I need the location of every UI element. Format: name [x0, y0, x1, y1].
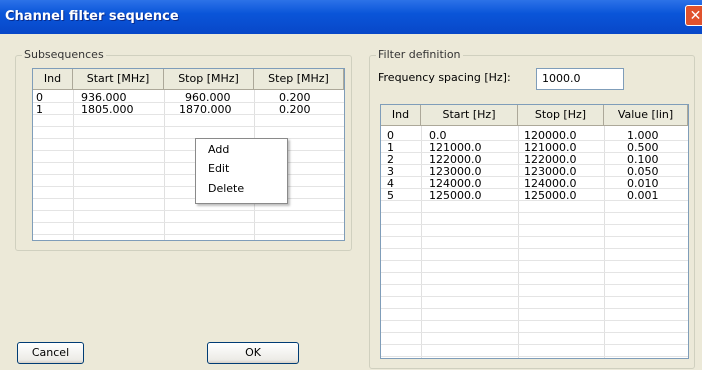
table-row[interactable]: 1 121000.0 121000.0 0.500 [381, 141, 688, 154]
table-row[interactable]: 0 936.000 960.000 0.200 [33, 91, 344, 104]
table-row[interactable] [33, 127, 344, 139]
menu-item-edit[interactable]: Edit [196, 162, 287, 175]
table-row[interactable] [381, 213, 688, 225]
table-header: Ind Start [MHz] Stop [MHz] Step [MHz] [33, 69, 344, 90]
column-header-ind[interactable]: Ind [33, 69, 73, 89]
table-row[interactable]: 0 0.0 120000.0 1.000 [381, 129, 688, 142]
filter-definition-label: Filter definition [376, 48, 463, 61]
table-row[interactable] [33, 139, 344, 151]
column-header-stop[interactable]: Stop [MHz] [164, 69, 254, 89]
table-row[interactable] [33, 175, 344, 187]
table-row[interactable] [33, 223, 344, 235]
close-icon: ✕ [689, 8, 702, 24]
cancel-button[interactable]: Cancel [17, 342, 84, 364]
table-row[interactable]: 3 123000.0 123000.0 0.050 [381, 165, 688, 178]
table-row[interactable] [33, 163, 344, 175]
frequency-spacing-label: Frequency spacing [Hz]: [378, 71, 511, 84]
table-header: Ind Start [Hz] Stop [Hz] Value [lin] [381, 105, 688, 126]
title-bar: Channel filter sequence ✕ [0, 0, 702, 34]
table-row[interactable] [381, 309, 688, 321]
table-row[interactable] [381, 225, 688, 237]
table-row[interactable] [381, 333, 688, 345]
column-header-stop[interactable]: Stop [Hz] [518, 105, 604, 125]
table-row[interactable] [381, 201, 688, 213]
frequency-spacing-input[interactable]: 1000.0 [536, 68, 624, 90]
column-header-value[interactable]: Value [lin] [604, 105, 688, 125]
subsequences-label: Subsequences [22, 48, 106, 61]
table-row[interactable] [381, 345, 688, 357]
table-row[interactable] [381, 237, 688, 249]
table-row[interactable]: 1 1805.000 1870.000 0.200 [33, 103, 344, 116]
table-row[interactable] [381, 321, 688, 333]
table-row[interactable] [33, 187, 344, 199]
table-row[interactable] [33, 211, 344, 223]
filter-definition-table[interactable]: Ind Start [Hz] Stop [Hz] Value [lin] 0 0… [380, 104, 689, 359]
table-row[interactable] [381, 261, 688, 273]
table-row[interactable] [381, 273, 688, 285]
menu-item-delete[interactable]: Delete [196, 182, 287, 195]
context-menu: Add Edit Delete [195, 138, 288, 204]
column-header-start[interactable]: Start [Hz] [421, 105, 518, 125]
table-row[interactable] [33, 199, 344, 211]
table-row[interactable] [381, 249, 688, 261]
window-title: Channel filter sequence [5, 9, 179, 24]
table-row[interactable] [381, 285, 688, 297]
subsequences-table[interactable]: Ind Start [MHz] Stop [MHz] Step [MHz] 0 … [32, 68, 345, 241]
close-button[interactable]: ✕ [685, 5, 702, 26]
table-row[interactable] [381, 297, 688, 309]
table-row[interactable]: 4 124000.0 124000.0 0.010 [381, 177, 688, 190]
column-header-ind[interactable]: Ind [381, 105, 421, 125]
table-row[interactable]: 2 122000.0 122000.0 0.100 [381, 153, 688, 166]
table-row[interactable]: 5 125000.0 125000.0 0.001 [381, 189, 688, 202]
table-row[interactable] [33, 115, 344, 127]
table-row[interactable] [33, 151, 344, 163]
column-header-start[interactable]: Start [MHz] [73, 69, 164, 89]
menu-item-add[interactable]: Add [196, 143, 287, 156]
column-header-step[interactable]: Step [MHz] [254, 69, 344, 89]
ok-button[interactable]: OK [207, 342, 299, 364]
